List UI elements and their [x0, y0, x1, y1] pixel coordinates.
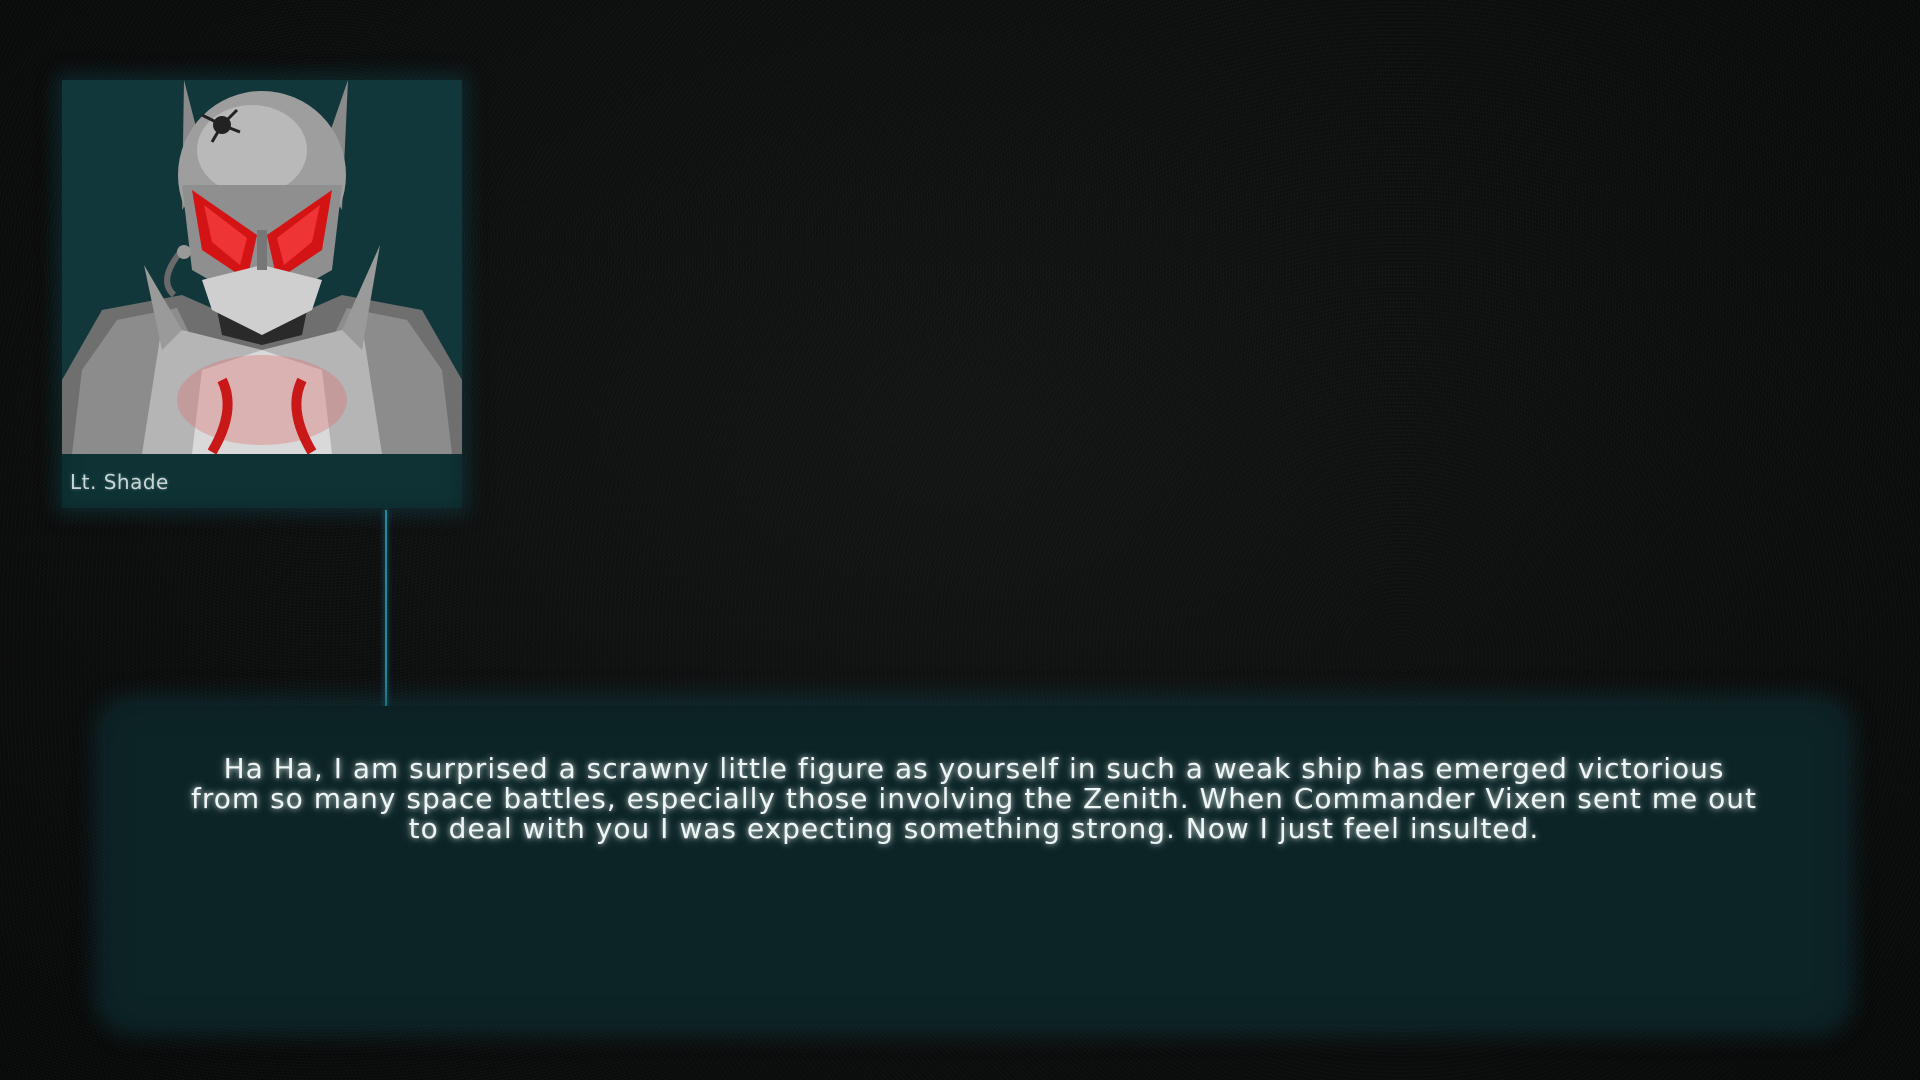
dialogue-box[interactable]: Ha Ha, I am surprised a scrawny little f… — [106, 706, 1842, 1024]
dialogue-connector-line — [385, 510, 387, 720]
speaker-name-label: Lt. Shade — [70, 470, 169, 494]
armored-helmet-portrait-icon — [62, 80, 462, 454]
game-screen: Lt. Shade Ha Ha, I am surprised a scrawn… — [0, 0, 1920, 1080]
speaker-portrait-panel: Lt. Shade — [62, 80, 462, 508]
dialogue-text: Ha Ha, I am surprised a scrawny little f… — [191, 752, 1757, 845]
